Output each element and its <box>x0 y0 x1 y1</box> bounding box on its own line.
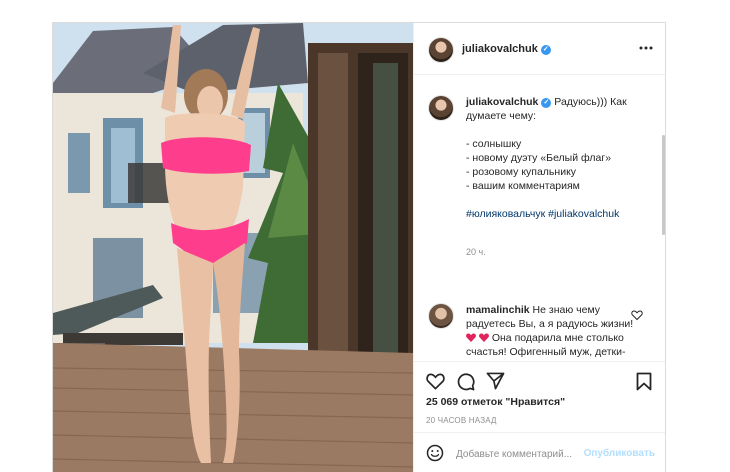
publish-button[interactable]: Опубликовать <box>584 448 655 459</box>
author-username[interactable]: juliakovalchuk ✓ <box>462 43 551 55</box>
comment-bubble-icon[interactable] <box>456 372 475 391</box>
red-heart-emoji-icon <box>466 333 476 342</box>
like-heart-icon[interactable] <box>426 372 445 390</box>
comment-text-part2: Она подарила мне столько счастья! Офиген… <box>466 332 626 361</box>
caption-hashtags[interactable]: #юлияковальчук #juliakovalchuk <box>466 207 651 221</box>
likes-count[interactable]: 25 069 отметок "Нравится" <box>426 396 565 408</box>
commenter-avatar[interactable] <box>428 303 454 329</box>
post-header: juliakovalchuk ✓ <box>414 23 665 75</box>
save-bookmark-icon[interactable] <box>636 372 652 391</box>
caption-time[interactable]: 20 ч. <box>466 247 486 257</box>
commenter-username[interactable]: mamalinchik <box>466 304 530 316</box>
comments-section[interactable]: juliakovalchuk ✓ Радуюсь))) Как думаете ч… <box>414 75 665 361</box>
add-comment-bar: Опубликовать <box>414 432 665 472</box>
caption-list-item: - вашим комментариям <box>466 180 580 192</box>
red-heart-emoji-icon <box>478 333 489 342</box>
caption-list-item: - розовому купальнику <box>466 166 577 178</box>
post-actions: 25 069 отметок "Нравится" 20 ЧАСОВ НАЗАД… <box>414 361 665 472</box>
instagram-post: juliakovalchuk ✓ juliakovalchuk ✓ Радуюсь)… <box>52 22 666 472</box>
verified-badge-icon: ✓ <box>541 98 552 108</box>
like-comment-heart-icon[interactable] <box>631 309 643 321</box>
author-username-text[interactable]: juliakovalchuk <box>462 43 538 55</box>
share-direct-icon[interactable] <box>486 372 505 390</box>
comment-item: mamalinchik Не знаю чему радуетесь Вы, а… <box>466 303 636 361</box>
verified-badge-icon: ✓ <box>540 45 551 55</box>
caption-username[interactable]: juliakovalchuk <box>466 96 538 108</box>
more-horizontal-icon[interactable] <box>639 42 653 54</box>
photo-scene <box>53 23 413 472</box>
post-side-panel: juliakovalchuk ✓ juliakovalchuk ✓ Радуюсь)… <box>413 23 665 472</box>
author-avatar[interactable] <box>428 37 454 63</box>
caption-author-avatar[interactable] <box>428 95 454 121</box>
caption-list-item: - новому дуэту «Белый флаг» <box>466 152 612 164</box>
post-photo[interactable] <box>53 23 413 472</box>
caption-list-item: - солнышку <box>466 138 522 150</box>
post-caption: juliakovalchuk ✓ Радуюсь))) Как думаете ч… <box>466 95 651 221</box>
comments-scrollbar[interactable] <box>662 135 665 235</box>
post-time-ago[interactable]: 20 ЧАСОВ НАЗАД <box>426 416 497 425</box>
emoji-smiley-icon[interactable] <box>426 444 444 462</box>
